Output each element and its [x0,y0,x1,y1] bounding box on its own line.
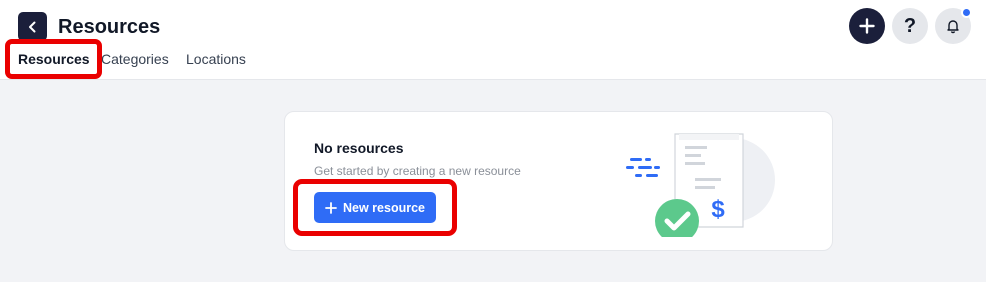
tab-resources[interactable]: Resources [18,49,90,69]
page-title: Resources [58,16,161,38]
add-button[interactable] [849,8,885,44]
svg-text:$: $ [711,196,725,223]
new-resource-button[interactable]: New resource [314,192,436,223]
back-button[interactable] [18,12,47,41]
new-resource-label: New resource [343,200,425,215]
empty-state-title: No resources [314,140,404,156]
tab-locations[interactable]: Locations [186,49,246,69]
notifications-button[interactable] [935,7,972,44]
plus-icon [859,18,875,34]
empty-state-subtitle: Get started by creating a new resource [314,164,521,178]
empty-state-card: No resources Get started by creating a n… [284,111,833,251]
tab-categories[interactable]: Categories [101,49,169,69]
top-header: Resources Resources Categories Locations… [0,0,986,80]
notification-dot [961,7,972,18]
plus-icon [325,201,337,214]
chevron-left-icon [28,21,35,32]
receipt-illustration: $ [626,133,775,237]
help-button[interactable]: ? [892,8,928,44]
bell-icon [947,20,959,34]
